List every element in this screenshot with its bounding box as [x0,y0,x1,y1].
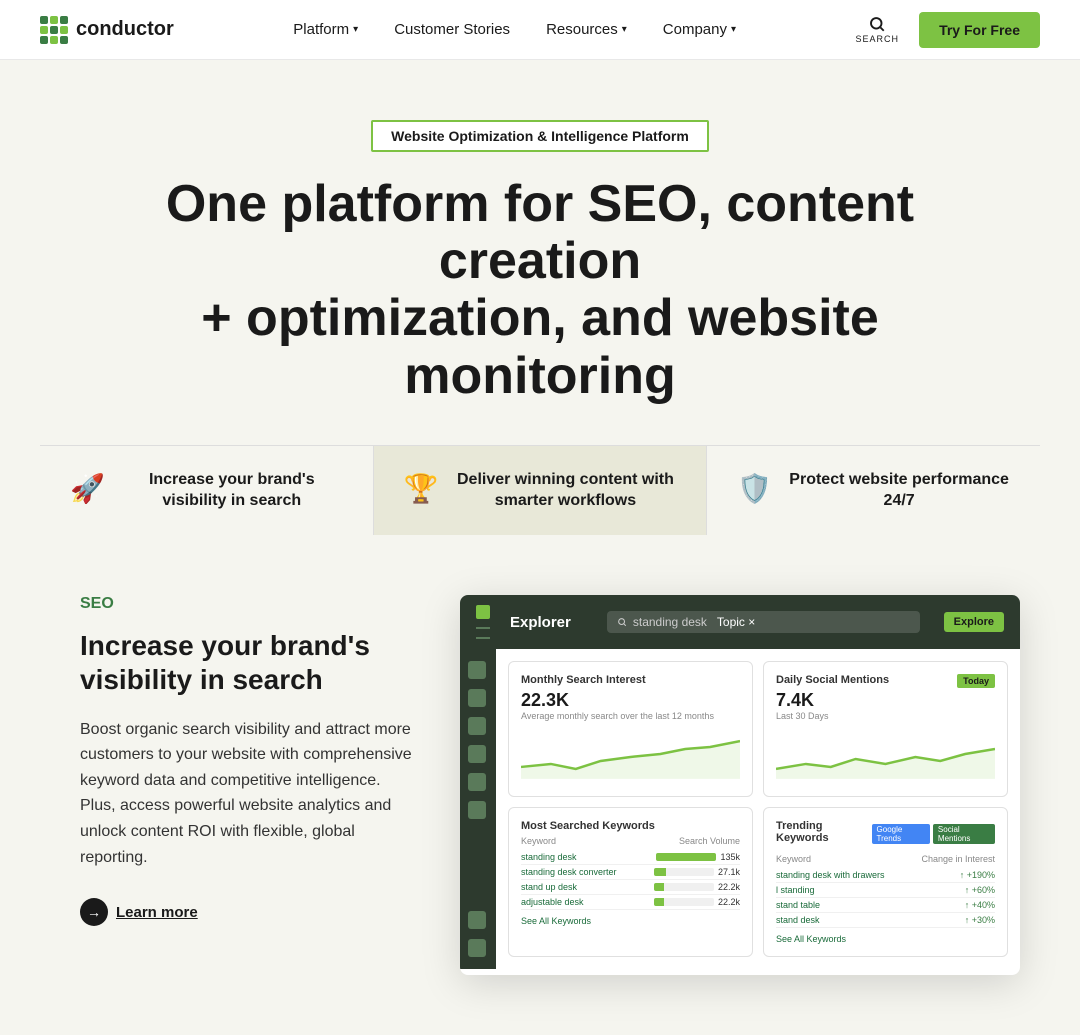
trending-title: Trending Keywords [776,820,872,844]
sidebar-user2-icon[interactable] [468,939,486,957]
content-body: Boost organic search visibility and attr… [80,717,420,871]
daily-mentions-card: Daily Social Mentions 7.4K Last 30 Days … [763,661,1008,797]
nav-company[interactable]: Company ▾ [663,21,736,38]
see-all-keywords-link[interactable]: See All Keywords [521,916,740,926]
monthly-search-card: Monthly Search Interest 22.3K Average mo… [508,661,753,797]
tab-protect[interactable]: 🛡️ Protect website performance 24/7 [707,446,1040,536]
dash-main-grid: Monthly Search Interest 22.3K Average mo… [496,649,1020,969]
most-searched-header: Keyword Search Volume [521,836,740,846]
table-row: stand table ↑ +40% [776,898,995,913]
dash-header: Explorer standing desk Topic × Explore [460,595,1020,649]
sidebar-star-icon[interactable] [468,773,486,791]
social-mentions-tag: Social Mentions [933,824,995,844]
monthly-search-value: 22.3K [521,690,740,711]
daily-mentions-sub: Last 30 Days [776,711,889,721]
sidebar-settings-icon[interactable] [468,911,486,929]
hero-title: One platform for SEO, content creation +… [150,176,930,405]
trophy-icon: 🏆 [404,472,439,505]
chevron-down-icon: ▾ [731,24,736,35]
explore-button[interactable]: Explore [944,612,1004,632]
chevron-down-icon: ▾ [622,24,627,35]
dash-menu-icon [476,627,490,629]
try-for-free-button[interactable]: Try For Free [919,12,1040,48]
nav-resources[interactable]: Resources ▾ [546,21,627,38]
content-tag: SEO [80,595,420,613]
table-row: standing desk with drawers ↑ +190% [776,868,995,883]
nav-right: SEARCH Try For Free [856,12,1040,48]
dash-sidebar-mini [476,605,490,639]
dashboard-preview: Explorer standing desk Topic × Explore [460,595,1020,975]
trending-header: Keyword Change in Interest [776,854,995,864]
sidebar-grid-icon[interactable] [468,745,486,763]
search-tag-icon: Topic × [717,615,755,629]
sidebar-tag-icon[interactable] [468,801,486,819]
table-row: stand desk ↑ +30% [776,913,995,928]
trending-keywords-card: Trending Keywords Google Trends Social M… [763,807,1008,957]
daily-mentions-value: 7.4K [776,690,889,711]
hero-section: Website Optimization & Intelligence Plat… [0,60,1080,535]
monthly-search-chart [521,729,740,779]
nav-customer-stories[interactable]: Customer Stories [394,21,510,38]
nav-platform[interactable]: Platform ▾ [293,21,358,38]
tab-content[interactable]: 🏆 Deliver winning content with smarter w… [374,446,708,536]
hero-badge: Website Optimization & Intelligence Plat… [371,120,709,152]
logo-grid-icon [40,16,68,44]
table-row: standing desk 135k [521,850,740,865]
sidebar-nav-icon[interactable] [468,661,486,679]
table-row: standing desk converter 27.1k [521,865,740,880]
chevron-down-icon: ▾ [353,24,358,35]
feature-tabs: 🚀 Increase your brand's visibility in se… [40,445,1040,536]
content-left: SEO Increase your brand's visibility in … [80,595,420,926]
dash-search-bar: standing desk Topic × [607,611,920,633]
daily-mentions-chart [776,729,995,779]
learn-more-link[interactable]: → Learn more [80,898,420,926]
table-row: l standing ↑ +60% [776,883,995,898]
search-icon [868,15,886,33]
search-button[interactable]: SEARCH [856,15,900,44]
dash-sidebar [460,649,496,969]
sidebar-user-icon[interactable] [468,717,486,735]
monthly-search-title: Monthly Search Interest [521,674,740,686]
logo-text: conductor [76,18,174,41]
content-title: Increase your brand's visibility in sear… [80,629,420,696]
most-searched-title: Most Searched Keywords [521,820,740,832]
navigation: conductor Platform ▾ Customer Stories Re… [0,0,1080,60]
table-row: adjustable desk 22.2k [521,895,740,910]
dash-menu-icon [476,637,490,639]
google-trends-tag: Google Trends [872,824,930,844]
dash-title: Explorer [510,614,571,631]
shield-icon: 🛡️ [737,472,772,505]
arrow-circle-icon: → [80,898,108,926]
today-badge: Today [957,674,995,688]
table-row: stand up desk 22.2k [521,880,740,895]
rocket-icon: 🚀 [70,472,105,505]
daily-mentions-title: Daily Social Mentions [776,674,889,686]
content-section: SEO Increase your brand's visibility in … [0,535,1080,1035]
see-all-trending-link[interactable]: See All Keywords [776,934,995,944]
nav-links: Platform ▾ Customer Stories Resources ▾ … [293,21,736,38]
search-icon [617,617,627,627]
sidebar-chart-icon[interactable] [468,689,486,707]
logo[interactable]: conductor [40,16,174,44]
monthly-search-sub: Average monthly search over the last 12 … [521,711,740,721]
tab-search[interactable]: 🚀 Increase your brand's visibility in se… [40,446,374,536]
dash-body: Monthly Search Interest 22.3K Average mo… [460,649,1020,969]
most-searched-card: Most Searched Keywords Keyword Search Vo… [508,807,753,957]
dash-logo-icon [476,605,490,619]
